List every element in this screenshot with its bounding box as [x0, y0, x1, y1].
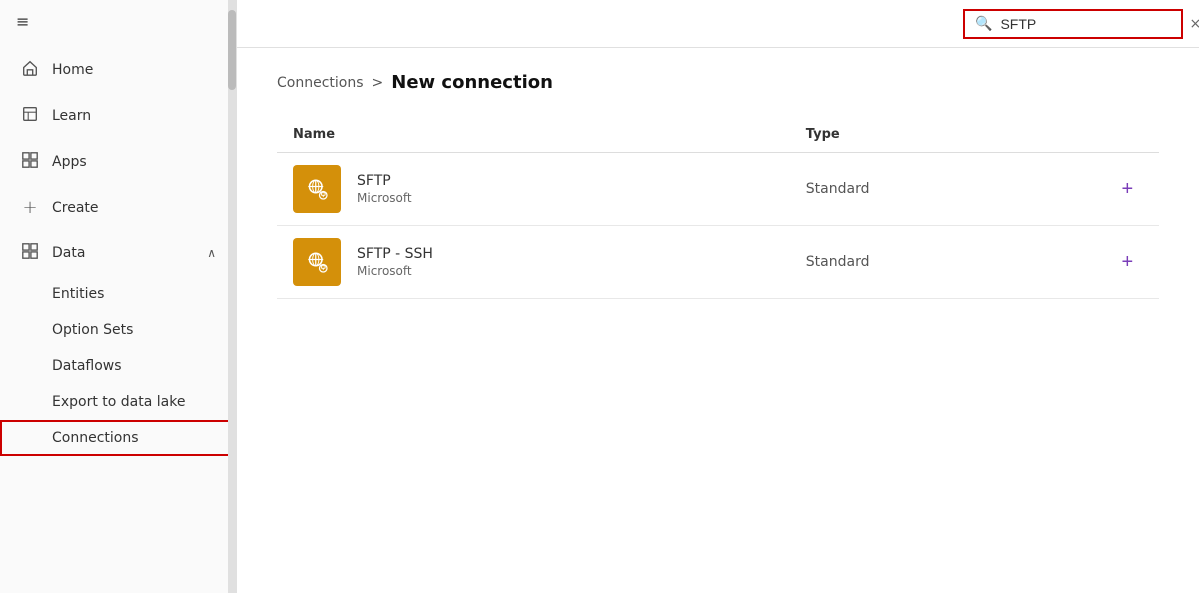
table-row: SFTP - SSH Microsoft Standard +: [277, 226, 1159, 299]
learn-icon: [20, 105, 40, 127]
sftp-icon: [293, 165, 341, 213]
dataflows-label: Dataflows: [52, 358, 122, 374]
apps-icon: [20, 151, 40, 173]
option-sets-label: Option Sets: [52, 322, 133, 338]
breadcrumb-separator: >: [372, 75, 384, 91]
sftp-ssh-add-button[interactable]: +: [1113, 247, 1141, 278]
sidebar-item-export-data-lake[interactable]: Export to data lake: [0, 384, 236, 420]
sidebar-item-option-sets[interactable]: Option Sets: [0, 312, 236, 348]
sidebar-data-label: Data: [52, 245, 85, 261]
sftp-type: Standard: [806, 181, 870, 197]
connector-cell-sftp-ssh: SFTP - SSH Microsoft: [293, 238, 774, 286]
breadcrumb-current: New connection: [391, 72, 553, 93]
col-action-header: [1097, 117, 1159, 153]
sidebar-nav: Home Learn Apps: [0, 43, 236, 456]
sftp-publisher: Microsoft: [357, 191, 412, 205]
content-area: Connections > New connection Name Type: [237, 48, 1199, 593]
sftp-add-cell: +: [1097, 153, 1159, 226]
sidebar-scrollbar-thumb: [228, 10, 236, 90]
col-name-header: Name: [277, 117, 790, 153]
sftp-ssh-add-cell: +: [1097, 226, 1159, 299]
sidebar-item-learn-label: Learn: [52, 108, 91, 124]
sidebar-header: ≡: [0, 0, 236, 43]
sidebar-item-home-label: Home: [52, 62, 93, 78]
sidebar-item-learn[interactable]: Learn: [0, 93, 236, 139]
sidebar-scrollbar[interactable]: [228, 0, 236, 593]
home-icon: [20, 59, 40, 81]
sidebar-item-connections[interactable]: Connections: [0, 420, 236, 456]
connector-name-cell: SFTP Microsoft: [277, 153, 790, 226]
breadcrumb: Connections > New connection: [277, 72, 1159, 93]
sidebar-item-home[interactable]: Home: [0, 47, 236, 93]
export-data-lake-label: Export to data lake: [52, 394, 185, 410]
sidebar-item-create-label: Create: [52, 200, 99, 216]
search-clear-icon[interactable]: ×: [1189, 16, 1199, 32]
table-row: SFTP Microsoft Standard +: [277, 153, 1159, 226]
col-type-header: Type: [790, 117, 1098, 153]
search-icon: 🔍: [975, 16, 992, 32]
create-icon: +: [20, 197, 40, 218]
data-chevron-icon: ∧: [207, 246, 216, 260]
sub-nav: Entities Option Sets Dataflows Export to…: [0, 276, 236, 456]
connector-name-cell: SFTP - SSH Microsoft: [277, 226, 790, 299]
connector-cell-sftp: SFTP Microsoft: [293, 165, 774, 213]
hamburger-icon[interactable]: ≡: [16, 12, 29, 31]
sidebar-item-entities[interactable]: Entities: [0, 276, 236, 312]
sftp-type-cell: Standard: [790, 153, 1098, 226]
table-header-row: Name Type: [277, 117, 1159, 153]
connector-info-sftp-ssh: SFTP - SSH Microsoft: [357, 246, 433, 278]
sidebar-item-data[interactable]: Data ∧: [0, 230, 236, 276]
sidebar-item-create[interactable]: + Create: [0, 185, 236, 230]
connector-info-sftp: SFTP Microsoft: [357, 173, 412, 205]
connections-table: Name Type: [277, 117, 1159, 299]
sftp-add-button[interactable]: +: [1113, 174, 1141, 205]
sftp-ssh-type: Standard: [806, 254, 870, 270]
sidebar-item-apps-label: Apps: [52, 154, 87, 170]
sftp-name: SFTP: [357, 173, 412, 189]
breadcrumb-parent[interactable]: Connections: [277, 75, 364, 91]
sidebar-item-dataflows[interactable]: Dataflows: [0, 348, 236, 384]
search-input[interactable]: [1000, 16, 1181, 32]
main-content: 🔍 × Connections > New connection Name Ty…: [237, 0, 1199, 593]
connections-label: Connections: [52, 430, 139, 446]
sftp-ssh-name: SFTP - SSH: [357, 246, 433, 262]
sftp-ssh-type-cell: Standard: [790, 226, 1098, 299]
sidebar-item-apps[interactable]: Apps: [0, 139, 236, 185]
sftp-ssh-icon: [293, 238, 341, 286]
sidebar: ≡ Home Learn: [0, 0, 237, 593]
search-box: 🔍 ×: [963, 9, 1183, 39]
topbar: 🔍 ×: [237, 0, 1199, 48]
data-icon: [20, 242, 40, 264]
entities-label: Entities: [52, 286, 104, 302]
sftp-ssh-publisher: Microsoft: [357, 264, 433, 278]
